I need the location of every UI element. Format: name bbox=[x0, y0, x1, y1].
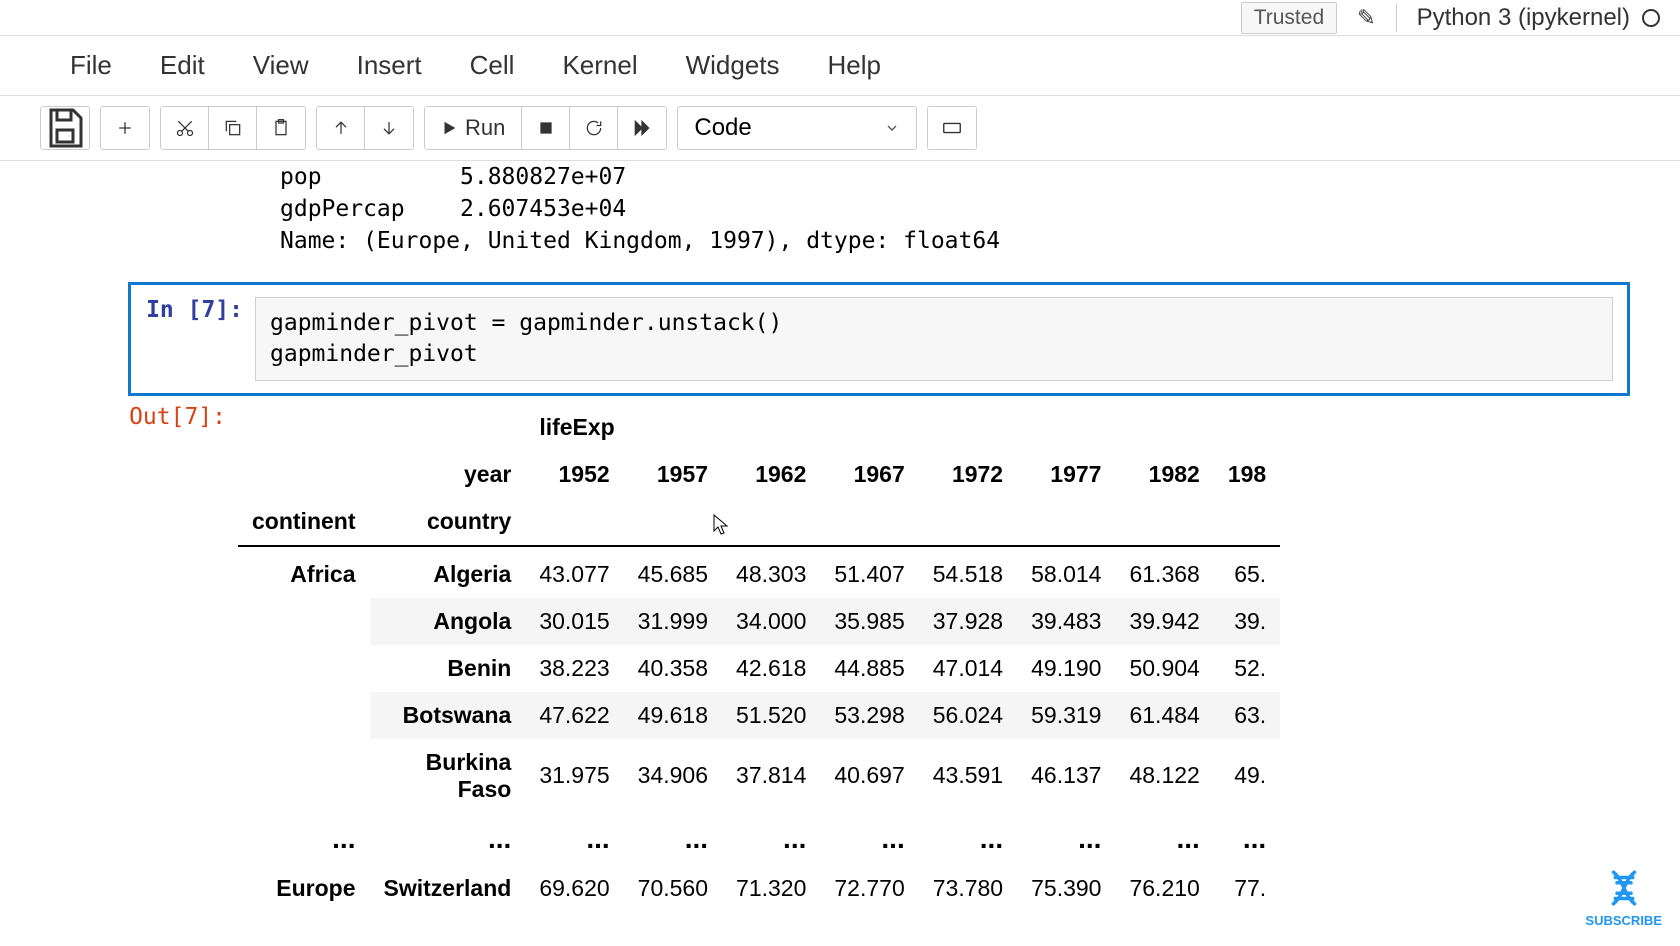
menu-kernel[interactable]: Kernel bbox=[562, 50, 637, 81]
dataframe-table: lifeExp year 1952 1957 1962 1967 1972 19… bbox=[238, 404, 1280, 912]
kernel-name: Python 3 (ipykernel) bbox=[1417, 4, 1630, 32]
table-row: Africa Algeria 43.07745.68548.30351.4075… bbox=[238, 546, 1280, 598]
code-editor[interactable]: gapminder_pivot = gapminder.unstack() ga… bbox=[255, 297, 1613, 381]
dna-icon bbox=[1603, 867, 1645, 909]
trusted-badge[interactable]: Trusted bbox=[1241, 2, 1337, 34]
col-year-5: 1977 bbox=[1017, 451, 1115, 498]
col-lifeexp: lifeExp bbox=[525, 404, 1280, 451]
run-label: Run bbox=[465, 115, 505, 141]
kernel-indicator[interactable]: Python 3 (ipykernel) bbox=[1396, 4, 1660, 32]
continent-label: continent bbox=[238, 498, 370, 546]
subscribe-badge[interactable]: SUBSCRIBE bbox=[1585, 867, 1662, 928]
menu-insert[interactable]: Insert bbox=[357, 50, 422, 81]
save-button[interactable] bbox=[40, 106, 90, 150]
idx-continent bbox=[238, 645, 370, 692]
cell-type-label: Code bbox=[694, 114, 751, 142]
idx-country: Switzerland bbox=[370, 865, 526, 912]
year-label: year bbox=[370, 451, 526, 498]
col-year-3: 1967 bbox=[820, 451, 918, 498]
idx-country: Botswana bbox=[370, 692, 526, 739]
idx-continent bbox=[238, 739, 370, 813]
col-year-4: 1972 bbox=[919, 451, 1017, 498]
cell-type-select[interactable]: Code bbox=[677, 106, 917, 150]
col-year-2: 1962 bbox=[722, 451, 820, 498]
code-cell[interactable]: In [7]: gapminder_pivot = gapminder.unst… bbox=[128, 282, 1630, 396]
menu-file[interactable]: File bbox=[70, 50, 112, 81]
add-cell-button[interactable] bbox=[101, 107, 149, 149]
out-prompt: Out[7]: bbox=[128, 404, 238, 912]
cut-button[interactable] bbox=[161, 107, 209, 149]
idx-country: Algeria bbox=[370, 546, 526, 598]
subscribe-label: SUBSCRIBE bbox=[1585, 913, 1662, 928]
idx-continent: Africa bbox=[238, 546, 370, 598]
country-label: country bbox=[370, 498, 526, 546]
idx-continent: Europe bbox=[238, 865, 370, 912]
menu-edit[interactable]: Edit bbox=[160, 50, 205, 81]
copy-button[interactable] bbox=[209, 107, 257, 149]
restart-run-all-button[interactable] bbox=[618, 107, 666, 149]
move-up-button[interactable] bbox=[317, 107, 365, 149]
table-row: Europe Switzerland 69.62070.56071.32072.… bbox=[238, 865, 1280, 912]
edit-icon[interactable]: ✎ bbox=[1357, 5, 1375, 31]
notebook-header: Trusted ✎ Python 3 (ipykernel) bbox=[0, 0, 1680, 36]
col-year-6: 1982 bbox=[1115, 451, 1213, 498]
move-down-button[interactable] bbox=[365, 107, 413, 149]
command-palette-button[interactable] bbox=[927, 106, 977, 150]
col-year-7: 198 bbox=[1214, 451, 1280, 498]
ellipsis-row: .............................. bbox=[238, 813, 1280, 865]
menu-cell[interactable]: Cell bbox=[470, 50, 515, 81]
table-row: Benin 38.22340.35842.61844.88547.01449.1… bbox=[238, 645, 1280, 692]
in-prompt: In [7]: bbox=[145, 297, 255, 381]
idx-continent bbox=[238, 692, 370, 739]
prev-cell-output: pop 5.880827e+07 gdpPercap 2.607453e+04 … bbox=[40, 161, 1640, 258]
output-dataframe: lifeExp year 1952 1957 1962 1967 1972 19… bbox=[238, 404, 1458, 912]
menu-widgets[interactable]: Widgets bbox=[686, 50, 780, 81]
idx-country: Angola bbox=[370, 598, 526, 645]
menu-bar: File Edit View Insert Cell Kernel Widget… bbox=[0, 36, 1680, 96]
idx-continent bbox=[238, 598, 370, 645]
col-year-0: 1952 bbox=[525, 451, 623, 498]
idx-country: Burkina Faso bbox=[370, 739, 526, 813]
run-button[interactable]: Run bbox=[425, 107, 522, 149]
kernel-status-icon bbox=[1642, 9, 1660, 27]
toolbar: Run Code bbox=[0, 96, 1680, 161]
interrupt-button[interactable] bbox=[522, 107, 570, 149]
menu-view[interactable]: View bbox=[253, 50, 309, 81]
col-year-1: 1957 bbox=[624, 451, 722, 498]
table-row: Angola 30.01531.99934.00035.98537.92839.… bbox=[238, 598, 1280, 645]
restart-button[interactable] bbox=[570, 107, 618, 149]
menu-help[interactable]: Help bbox=[828, 50, 881, 81]
table-row: Burkina Faso 31.97534.90637.81440.69743.… bbox=[238, 739, 1280, 813]
paste-button[interactable] bbox=[257, 107, 305, 149]
notebook-content: pop 5.880827e+07 gdpPercap 2.607453e+04 … bbox=[0, 161, 1680, 912]
idx-country: Benin bbox=[370, 645, 526, 692]
table-row: Botswana 47.62249.61851.52053.29856.0245… bbox=[238, 692, 1280, 739]
chevron-down-icon bbox=[884, 120, 900, 136]
